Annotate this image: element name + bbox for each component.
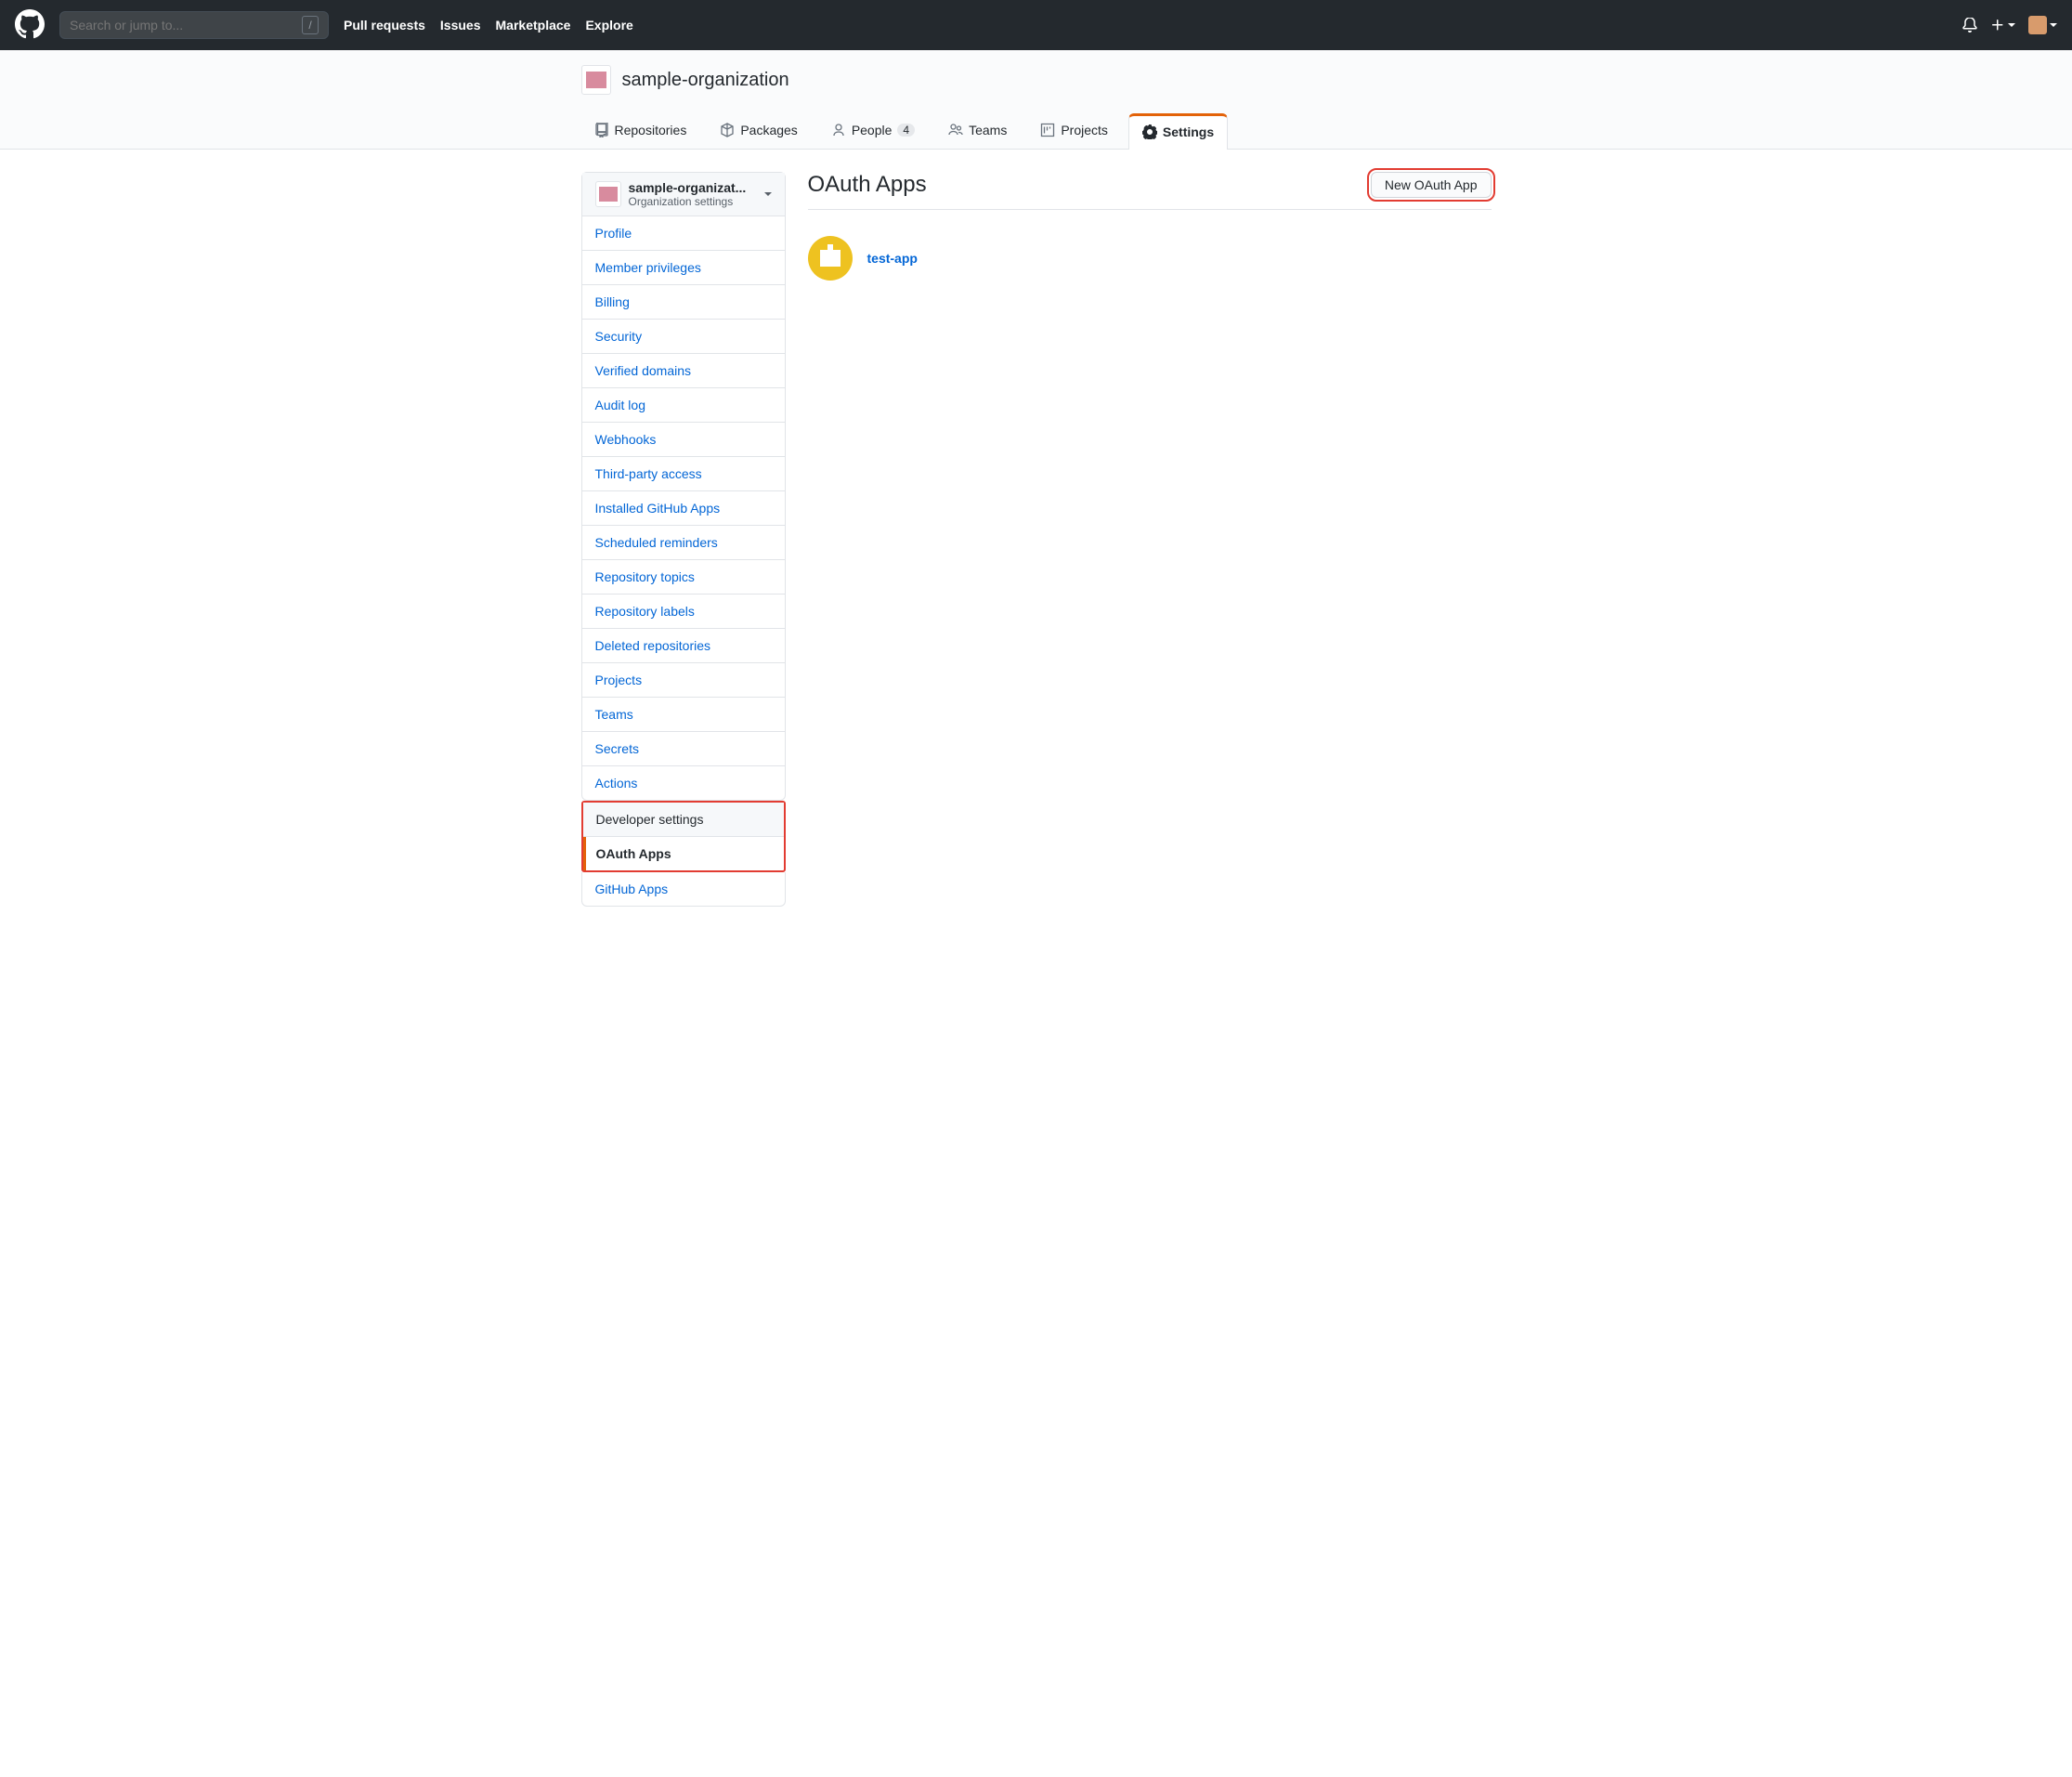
global-header: / Pull requests Issues Marketplace Explo… xyxy=(0,0,2072,50)
tab-projects[interactable]: Projects xyxy=(1027,113,1121,149)
sidebar-item-scheduled-reminders[interactable]: Scheduled reminders xyxy=(582,526,785,560)
tab-settings[interactable]: Settings xyxy=(1128,113,1228,150)
sidebar-item-third-party-access[interactable]: Third-party access xyxy=(582,457,785,491)
sidebar-item-actions[interactable]: Actions xyxy=(582,766,785,800)
developer-settings-menu: Developer settings OAuth Apps xyxy=(583,803,784,870)
app-link-test-app[interactable]: test-app xyxy=(867,251,918,266)
package-icon xyxy=(720,123,735,137)
sidebar-item-github-apps[interactable]: GitHub Apps xyxy=(582,872,785,906)
tab-label: Repositories xyxy=(615,123,687,137)
create-new-dropdown[interactable] xyxy=(1990,18,2015,33)
org-selector[interactable]: sample-organizat... Organization setting… xyxy=(582,173,785,216)
sidebar-item-webhooks[interactable]: Webhooks xyxy=(582,423,785,457)
tab-label: Projects xyxy=(1061,123,1108,137)
sidebar-item-projects[interactable]: Projects xyxy=(582,663,785,698)
tab-label: Teams xyxy=(969,123,1007,137)
caret-down-icon xyxy=(2050,23,2057,27)
nav-marketplace[interactable]: Marketplace xyxy=(496,18,571,33)
tab-teams[interactable]: Teams xyxy=(935,113,1020,149)
people-icon xyxy=(948,123,963,137)
tab-label: Settings xyxy=(1163,124,1214,139)
gear-icon xyxy=(1142,124,1157,139)
sidebar-item-oauth-apps[interactable]: OAuth Apps xyxy=(583,837,784,870)
app-icon xyxy=(808,236,853,281)
org-name[interactable]: sample-organization xyxy=(622,70,789,91)
caret-down-icon xyxy=(2008,23,2015,27)
org-selector-subtitle: Organization settings xyxy=(629,195,757,208)
tab-repositories[interactable]: Repositories xyxy=(581,113,700,149)
settings-sidebar: sample-organizat... Organization setting… xyxy=(581,172,786,907)
nav-pull-requests[interactable]: Pull requests xyxy=(344,18,425,33)
notifications-icon[interactable] xyxy=(1962,18,1977,33)
developer-settings-highlight: Developer settings OAuth Apps xyxy=(581,801,786,872)
sidebar-item-security[interactable]: Security xyxy=(582,320,785,354)
slash-shortcut-icon: / xyxy=(302,16,319,34)
search-input[interactable]: / xyxy=(59,11,329,39)
sidebar-item-secrets[interactable]: Secrets xyxy=(582,732,785,766)
page-header: OAuth Apps New OAuth App xyxy=(808,172,1492,210)
nav-issues[interactable]: Issues xyxy=(440,18,481,33)
counter-badge: 4 xyxy=(897,124,915,137)
org-avatar xyxy=(581,65,611,95)
oauth-app-row: test-app xyxy=(808,229,1492,288)
org-tabs: Repositories Packages People 4 Teams Pro… xyxy=(581,113,1492,149)
nav-explore[interactable]: Explore xyxy=(585,18,632,33)
org-settings-menu: sample-organizat... Organization setting… xyxy=(581,172,786,801)
org-selector-title: sample-organizat... xyxy=(629,180,757,195)
sidebar-item-audit-log[interactable]: Audit log xyxy=(582,388,785,423)
user-avatar-dropdown[interactable] xyxy=(2028,16,2057,34)
org-title-row: sample-organization xyxy=(581,65,1492,113)
developer-settings-heading: Developer settings xyxy=(583,803,784,837)
repo-icon xyxy=(594,123,609,137)
project-icon xyxy=(1040,123,1055,137)
search-field[interactable] xyxy=(70,18,302,33)
chevron-down-icon xyxy=(764,192,772,196)
person-icon xyxy=(831,123,846,137)
header-right xyxy=(1962,16,2057,34)
github-logo[interactable] xyxy=(15,9,45,42)
sidebar-item-profile[interactable]: Profile xyxy=(582,216,785,251)
tab-label: People xyxy=(852,123,893,137)
avatar xyxy=(2028,16,2047,34)
sidebar-item-teams[interactable]: Teams xyxy=(582,698,785,732)
sidebar-item-repository-topics[interactable]: Repository topics xyxy=(582,560,785,595)
new-oauth-app-button[interactable]: New OAuth App xyxy=(1371,172,1492,198)
header-left: / Pull requests Issues Marketplace Explo… xyxy=(15,9,1962,42)
org-avatar-icon xyxy=(595,181,621,207)
main-content: OAuth Apps New OAuth App test-app xyxy=(808,172,1492,907)
sidebar-item-billing[interactable]: Billing xyxy=(582,285,785,320)
sidebar-item-installed-github-apps[interactable]: Installed GitHub Apps xyxy=(582,491,785,526)
header-nav: Pull requests Issues Marketplace Explore xyxy=(344,18,633,33)
sidebar-item-repository-labels[interactable]: Repository labels xyxy=(582,595,785,629)
sidebar-item-verified-domains[interactable]: Verified domains xyxy=(582,354,785,388)
page-title: OAuth Apps xyxy=(808,172,927,198)
tab-packages[interactable]: Packages xyxy=(707,113,810,149)
sidebar-item-deleted-repositories[interactable]: Deleted repositories xyxy=(582,629,785,663)
tab-label: Packages xyxy=(740,123,797,137)
sidebar-item-member-privileges[interactable]: Member privileges xyxy=(582,251,785,285)
org-header: sample-organization Repositories Package… xyxy=(0,50,2072,150)
tab-people[interactable]: People 4 xyxy=(818,113,928,149)
developer-settings-menu-continued: GitHub Apps xyxy=(581,872,786,907)
